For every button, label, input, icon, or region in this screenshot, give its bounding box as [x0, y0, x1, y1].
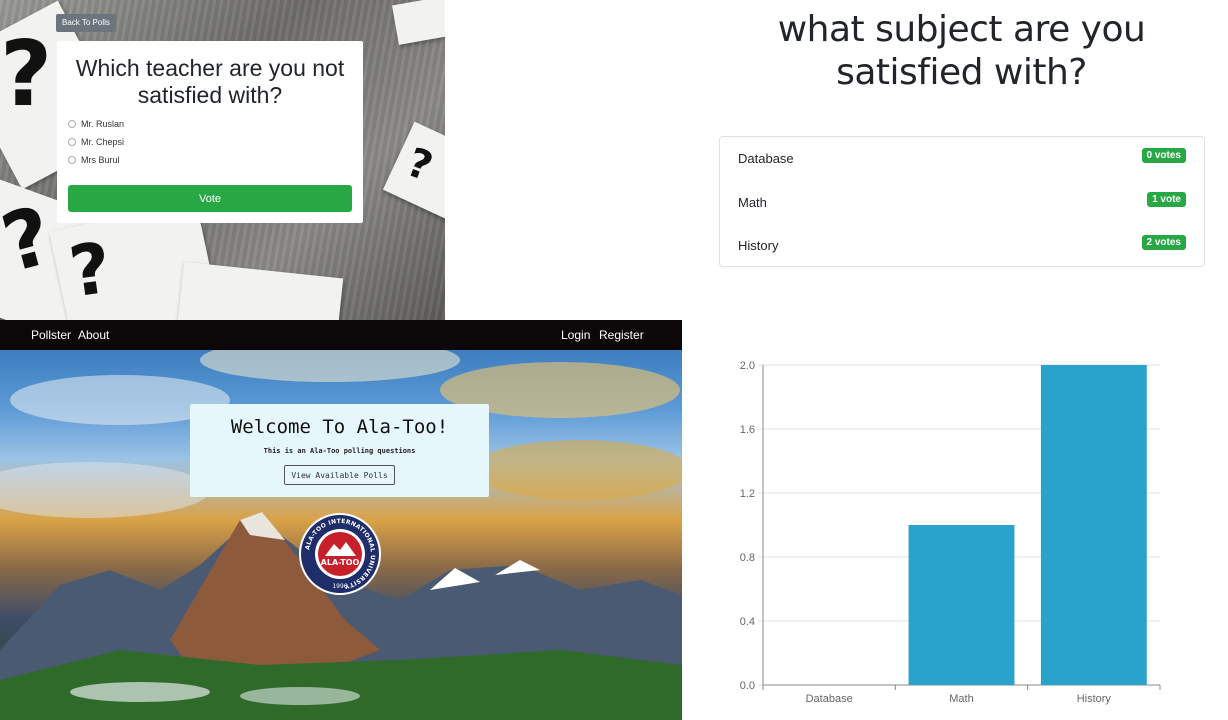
- navbar: Pollster About Login Register: [0, 320, 682, 350]
- option-label: Mr. Ruslan: [81, 119, 125, 129]
- poll-card: Which teacher are you not satisfied with…: [57, 41, 363, 223]
- y-tick-label: 1.2: [740, 488, 755, 500]
- svg-text:1996: 1996: [332, 583, 347, 590]
- svg-text:ALA-TOO: ALA-TOO: [321, 558, 360, 567]
- bar-math: [908, 525, 1015, 685]
- vote-count-badge: 0 votes: [1141, 148, 1186, 163]
- welcome-subtitle: This is an Ala-Too polling questions: [263, 447, 416, 455]
- radio-button[interactable]: [68, 138, 76, 146]
- subject-label: Database: [738, 151, 794, 166]
- view-available-polls-button[interactable]: View Available Polls: [284, 465, 395, 485]
- results-title: what subject are you satisfied with?: [777, 9, 1146, 93]
- list-item: History 2 votes: [720, 224, 1204, 267]
- nav-link-login[interactable]: Login: [561, 328, 590, 342]
- list-item: Database 0 votes: [720, 137, 1204, 180]
- radio-button[interactable]: [68, 156, 76, 164]
- y-tick-label: 0.8: [740, 552, 755, 564]
- subject-label: Math: [738, 195, 767, 210]
- poll-question: Which teacher are you not satisfied with…: [75, 55, 345, 108]
- home-page: Pollster About Login Register Welcome To…: [0, 320, 682, 720]
- y-tick-label: 2.0: [740, 360, 755, 372]
- option-burul[interactable]: Mrs Burul: [68, 153, 120, 167]
- nav-link-register[interactable]: Register: [599, 328, 644, 342]
- option-label: Mr. Chepsi: [81, 137, 125, 147]
- y-tick-label: 0.0: [740, 680, 755, 692]
- x-tick-label: History: [1077, 693, 1112, 705]
- option-label: Mrs Burul: [81, 155, 120, 165]
- subject-label: History: [738, 238, 779, 253]
- y-tick-label: 1.6: [740, 424, 755, 436]
- votes-bar-chart: 0.0 0.4 0.8 1.2 1.6 2.0 Database Math History: [740, 360, 1161, 705]
- welcome-title: Welcome To Ala-Too!: [230, 416, 449, 438]
- vote-count-badge: 1 vote: [1147, 192, 1186, 207]
- y-tick-label: 0.4: [740, 616, 755, 628]
- option-chepsi[interactable]: Mr. Chepsi: [68, 135, 124, 149]
- nav-link-about[interactable]: About: [78, 328, 109, 342]
- bar-history: [1040, 365, 1147, 685]
- radio-button[interactable]: [68, 120, 76, 128]
- screenshot-collage: ? ? ? ? Back To Polls Which teacher are …: [0, 0, 1228, 720]
- vote-button[interactable]: Vote: [68, 185, 352, 212]
- welcome-box: Welcome To Ala-Too! This is an Ala-Too p…: [190, 404, 489, 497]
- option-ruslan[interactable]: Mr. Ruslan: [68, 117, 124, 131]
- list-item: Math 1 vote: [720, 181, 1204, 224]
- x-tick-label: Math: [949, 693, 973, 705]
- vote-page: ? ? ? ? Back To Polls Which teacher are …: [0, 0, 445, 320]
- x-tick-label: Database: [806, 693, 853, 705]
- back-to-polls-button[interactable]: Back To Polls: [56, 14, 116, 32]
- results-list: Database 0 votes Math 1 vote History 2 v…: [719, 136, 1205, 267]
- vote-count-badge: 2 votes: [1141, 235, 1186, 250]
- nav-brand-pollster[interactable]: Pollster: [31, 328, 71, 342]
- ala-too-university-seal-logo: ALA-TOO INTERNATIONAL UNIVERSITY ALA-TOO…: [299, 513, 381, 595]
